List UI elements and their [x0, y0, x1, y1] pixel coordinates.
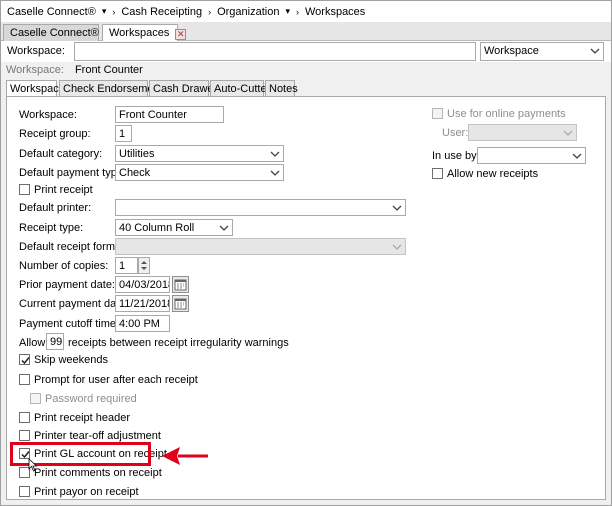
tab-check-endorsement[interactable]: Check Endorsement	[59, 80, 163, 97]
current-workspace-label: Workspace:	[6, 64, 64, 76]
print-payor-checkbox[interactable]	[19, 486, 30, 497]
chevron-down-icon	[392, 203, 402, 213]
document-tab-strip: Caselle Connect® Workspaces ✕	[1, 22, 611, 41]
in-use-by-dropdown[interactable]	[477, 147, 586, 164]
password-required-label: Password required	[45, 393, 137, 405]
checkmark-icon	[21, 357, 30, 365]
current-payment-date-field[interactable]: 11/21/2018	[115, 295, 170, 312]
use-for-online-label: Use for online payments	[447, 108, 566, 120]
default-receipt-form-dropdown[interactable]	[115, 238, 406, 255]
payment-cutoff-time-label: Payment cutoff time:	[19, 318, 120, 330]
breadcrumb-workspaces: Workspaces	[304, 5, 366, 18]
chevron-down-icon	[590, 46, 600, 56]
print-comments-label: Print comments on receipt	[34, 467, 162, 479]
number-of-copies-label: Number of copies:	[19, 260, 109, 272]
current-workspace-value: Front Counter	[74, 64, 143, 76]
workspace-lookup-row: Workspace: Workspace	[1, 41, 611, 62]
allow-new-receipts-label: Allow new receipts	[447, 168, 539, 180]
allow-label: Allow	[19, 337, 46, 349]
print-receipt-label: Print receipt	[34, 184, 93, 196]
chevron-down-icon	[563, 128, 573, 138]
receipt-group-field[interactable]: 1	[115, 125, 132, 142]
current-date-calendar-button[interactable]	[172, 295, 189, 312]
default-payment-type-value: Check	[119, 167, 151, 179]
calendar-icon	[174, 298, 187, 310]
prompt-user-label: Prompt for user after each receipt	[34, 374, 198, 386]
user-dropdown[interactable]	[468, 124, 577, 141]
allow-suffix-label: receipts between receipt irregularity wa…	[68, 337, 289, 349]
default-payment-type-dropdown[interactable]: Check	[115, 164, 284, 181]
breadcrumb-caselle-connect[interactable]: Caselle Connect®	[7, 6, 96, 18]
default-payment-type-label: Default payment type:	[19, 167, 127, 179]
current-payment-date-label: Current payment date:	[19, 298, 129, 310]
workspace-lookup-input[interactable]	[74, 42, 476, 61]
workspace-name-field[interactable]: Front Counter	[115, 106, 224, 123]
print-receipt-header-checkbox[interactable]	[19, 412, 30, 423]
calendar-icon	[174, 279, 187, 291]
workspace-type-value: Workspace	[484, 45, 539, 57]
tab-label: Caselle Connect®	[10, 27, 99, 39]
breadcrumb-cash-receipting[interactable]: Cash Receipting	[121, 6, 202, 18]
tab-caselle-connect[interactable]: Caselle Connect®	[3, 24, 99, 41]
default-printer-label: Default printer:	[19, 202, 92, 214]
print-receipt-header-label: Print receipt header	[34, 412, 130, 424]
print-receipt-checkbox[interactable]	[19, 184, 30, 195]
number-of-copies-field[interactable]: 1	[115, 257, 138, 274]
tab-label: Workspaces	[109, 27, 170, 39]
skip-weekends-checkbox[interactable]	[19, 354, 30, 365]
workspace-type-dropdown[interactable]: Workspace	[480, 42, 604, 61]
skip-weekends-label: Skip weekends	[34, 354, 108, 366]
spinner-arrows-icon	[141, 261, 147, 270]
prompt-user-checkbox[interactable]	[19, 374, 30, 385]
print-payor-label: Print payor on receipt	[34, 486, 139, 498]
default-printer-dropdown[interactable]	[115, 199, 406, 216]
password-required-checkbox[interactable]	[30, 393, 41, 404]
default-category-dropdown[interactable]: Utilities	[115, 145, 284, 162]
use-for-online-checkbox[interactable]	[432, 108, 443, 119]
chevron-down-icon	[270, 149, 280, 159]
receipt-group-label: Receipt group:	[19, 128, 91, 140]
chevron-down-icon[interactable]: ▾	[102, 6, 107, 17]
mouse-cursor-icon	[28, 458, 38, 472]
workspace-name-label: Workspace:	[19, 109, 77, 121]
tab-auto-cutter[interactable]: Auto-Cutter	[210, 80, 270, 97]
receipt-type-dropdown[interactable]: 40 Column Roll	[115, 219, 233, 236]
receipt-type-label: Receipt type:	[19, 222, 84, 234]
receipt-type-value: 40 Column Roll	[119, 222, 195, 234]
allow-new-receipts-checkbox[interactable]	[432, 168, 443, 179]
payment-cutoff-time-field[interactable]: 4:00 PM	[115, 315, 170, 332]
red-arrow-left-icon	[162, 447, 208, 465]
default-category-value: Utilities	[119, 148, 155, 160]
chevron-down-icon	[219, 223, 229, 233]
printer-tearoff-label: Printer tear-off adjustment	[34, 430, 161, 442]
user-label: User:	[442, 127, 469, 139]
prior-date-calendar-button[interactable]	[172, 276, 189, 293]
chevron-down-icon[interactable]: ▾	[285, 6, 290, 17]
chevron-right-icon: ›	[295, 6, 299, 17]
chevron-down-icon	[572, 151, 582, 161]
workspace-lookup-label: Workspace:	[7, 45, 65, 57]
prior-payment-date-field[interactable]: 04/03/2018	[115, 276, 170, 293]
tab-notes[interactable]: Notes	[265, 80, 298, 97]
tab-cash-drawer[interactable]: Cash Drawer	[149, 80, 217, 97]
current-workspace-info: Workspace: Front Counter	[6, 64, 143, 76]
printer-tearoff-checkbox[interactable]	[19, 430, 30, 441]
chevron-down-icon	[392, 242, 402, 252]
copies-spinner[interactable]	[138, 257, 150, 274]
tab-workspaces[interactable]: Workspaces ✕	[102, 24, 187, 41]
breadcrumb-organization[interactable]: Organization	[217, 6, 279, 18]
in-use-by-label: In use by:	[432, 150, 480, 162]
default-receipt-form-label: Default receipt form:	[19, 241, 119, 253]
chevron-right-icon: ›	[208, 6, 212, 17]
chevron-right-icon: ›	[112, 6, 116, 17]
prior-payment-date-label: Prior payment date:	[19, 279, 115, 291]
close-icon[interactable]: ✕	[175, 29, 187, 40]
irregularity-receipts-field[interactable]: 99	[46, 333, 64, 350]
default-category-label: Default category:	[19, 148, 103, 160]
breadcrumb: Caselle Connect® ▾ › Cash Receipting › O…	[1, 1, 611, 22]
chevron-down-icon	[270, 168, 280, 178]
